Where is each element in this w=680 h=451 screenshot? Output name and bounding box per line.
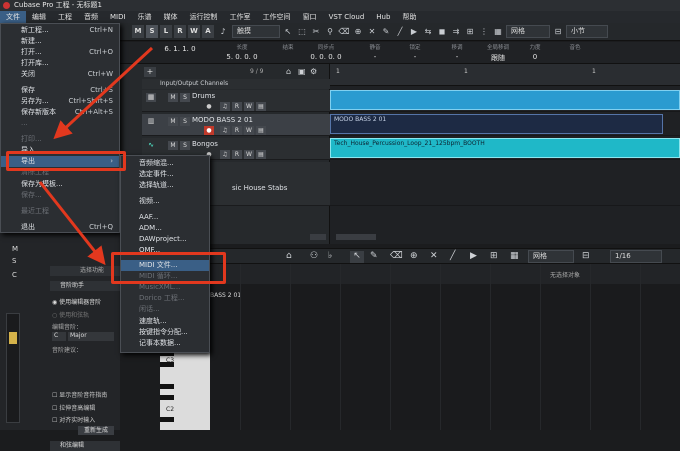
- arrow-to-midi: [38, 181, 106, 266]
- arrow-to-export: [53, 46, 154, 140]
- annotation-arrows: [38, 46, 154, 266]
- chord-editor-section[interactable]: 和弦编辑: [50, 441, 120, 451]
